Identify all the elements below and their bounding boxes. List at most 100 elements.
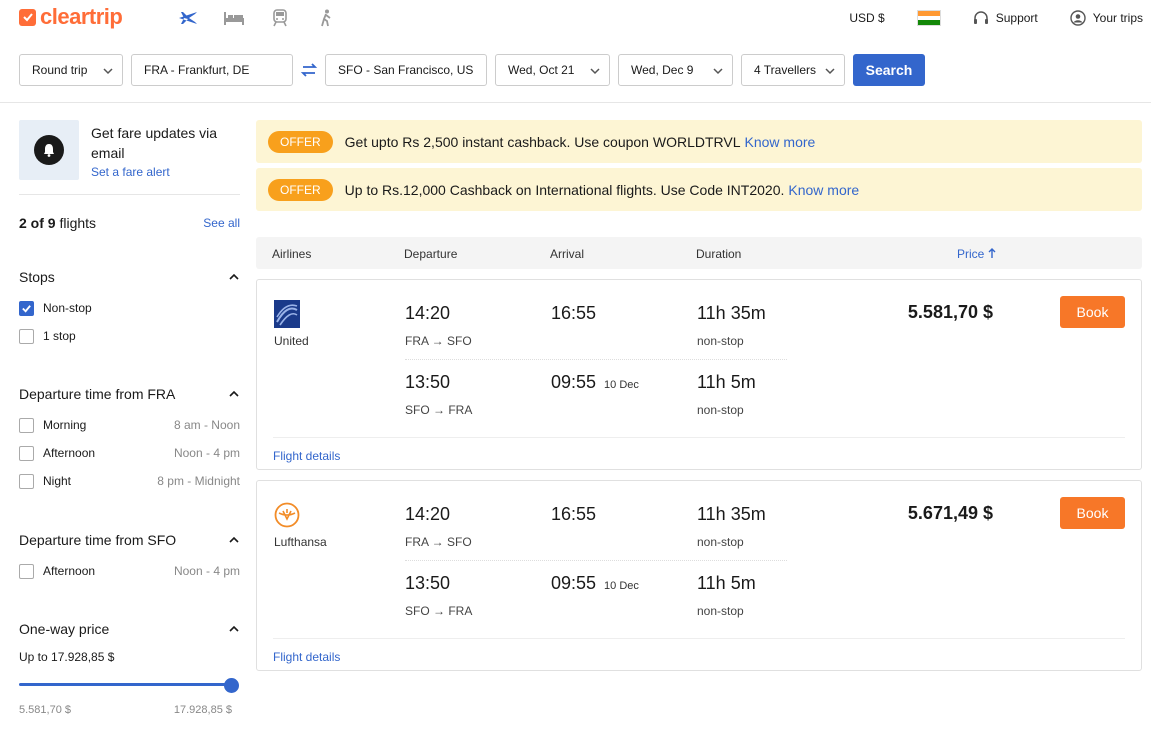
price-up-to: Up to 17.928,85 $ — [19, 650, 115, 664]
checkbox[interactable] — [19, 445, 34, 461]
united-logo — [274, 300, 300, 328]
offer-text: Get upto Rs 2,500 instant cashback. Use … — [344, 133, 741, 150]
return-date-select[interactable]: Wed, Dec 9 — [618, 54, 733, 86]
return-route: SFO → FRA — [405, 403, 473, 417]
results-table-header: Airlines Departure Arrival Duration Pric… — [256, 237, 1142, 269]
option-label: 1 stop — [43, 329, 76, 343]
book-button[interactable]: Book — [1060, 497, 1125, 529]
flight-count-row: 2 of 9 flights See all — [19, 215, 240, 231]
outbound-route: FRA → SFO — [405, 535, 472, 549]
filter-option-1-stop[interactable]: 1 stop — [19, 322, 240, 350]
chevron-down-icon — [713, 68, 723, 75]
return-arrival-date: 10 Dec — [604, 379, 639, 391]
travellers-select[interactable]: 4 Travellers — [741, 54, 845, 86]
know-more-link[interactable]: Know more — [745, 134, 816, 150]
return-duration: 11h 5m — [697, 573, 756, 593]
col-arrival[interactable]: Arrival — [550, 247, 584, 261]
know-more-link[interactable]: Know more — [788, 182, 859, 198]
search-button[interactable]: Search — [853, 54, 925, 86]
price-filter-header[interactable]: One-way price — [19, 620, 240, 638]
departure-sfo-title: Departure time from SFO — [19, 532, 177, 548]
col-duration[interactable]: Duration — [696, 247, 741, 261]
your-trips-label: Your trips — [1092, 11, 1143, 25]
results-main: OFFER Get upto Rs 2,500 instant cashback… — [256, 120, 1142, 671]
option-range: Noon - 4 pm — [173, 564, 240, 578]
product-nav — [177, 8, 337, 28]
option-label: Afternoon — [43, 564, 96, 578]
col-airlines[interactable]: Airlines — [272, 247, 311, 261]
activity-icon[interactable] — [315, 8, 337, 28]
filter-option-non-stop[interactable]: Non-stop — [19, 294, 240, 322]
currency-selector[interactable]: USD $ — [849, 11, 884, 25]
destination-input[interactable]: SFO - San Francisco, US — [325, 54, 487, 86]
see-all-link[interactable]: See all — [203, 216, 240, 230]
sidebar-divider — [19, 194, 240, 195]
price-max: 17.928,85 $ — [173, 704, 232, 716]
checkbox[interactable] — [19, 563, 34, 579]
plane-icon[interactable] — [177, 8, 199, 28]
filter-option-afternoon-sfo[interactable]: Afternoon Noon - 4 pm — [19, 557, 240, 585]
option-label: Non-stop — [43, 301, 92, 315]
card-divider — [273, 437, 1125, 438]
offer-banner: OFFER Get upto Rs 2,500 instant cashback… — [256, 120, 1142, 163]
trip-type-value: Round trip — [32, 63, 88, 77]
col-price-sort[interactable]: Price — [957, 247, 996, 261]
departure-fra-filter-header[interactable]: Departure time from FRA — [19, 385, 240, 403]
departure-sfo-filter-header[interactable]: Departure time from SFO — [19, 531, 240, 549]
swap-icon[interactable] — [300, 62, 318, 78]
flight-details-link[interactable]: Flight details — [273, 449, 340, 463]
train-icon[interactable] — [269, 8, 291, 28]
outbound-arrival-time: 16:55 — [551, 303, 597, 323]
outbound-route: FRA → SFO — [405, 334, 472, 348]
option-label: Afternoon — [43, 446, 96, 460]
airline-name: Lufthansa — [274, 535, 327, 549]
origin-value: FRA - Frankfurt, DE — [144, 63, 250, 77]
depart-date-select[interactable]: Wed, Oct 21 — [495, 54, 610, 86]
headset-icon — [973, 11, 988, 24]
origin-input[interactable]: FRA - Frankfurt, DE — [131, 54, 293, 86]
offer-badge: OFFER — [268, 130, 333, 153]
fare-alert-box: Get fare updates via email Set a fare al… — [19, 120, 240, 180]
filters-sidebar: Get fare updates via email Set a fare al… — [19, 120, 240, 716]
price-min: 5.581,70 $ — [19, 704, 71, 716]
fare-alert-icon-box — [19, 120, 79, 180]
card-divider — [273, 638, 1125, 639]
filter-option-night[interactable]: Night 8 pm - Midnight — [19, 467, 240, 495]
leg-divider — [405, 560, 787, 561]
stops-filter-title: Stops — [19, 269, 55, 285]
chevron-up-icon — [229, 390, 239, 397]
cleartrip-logo[interactable]: cleartrip — [19, 4, 123, 30]
outbound-duration: 11h 35m — [697, 303, 766, 323]
chevron-up-icon — [229, 273, 239, 280]
outbound-departure-time: 14:20 — [405, 504, 451, 524]
checkbox[interactable] — [19, 473, 34, 489]
outbound-departure-time: 14:20 — [405, 303, 451, 323]
your-trips-link[interactable]: Your trips — [1070, 10, 1143, 26]
chevron-up-icon — [229, 536, 239, 543]
book-button[interactable]: Book — [1060, 296, 1125, 328]
set-fare-alert-link[interactable]: Set a fare alert — [91, 165, 221, 179]
checkbox[interactable] — [19, 328, 34, 344]
fare-alert-title: Get fare updates via email — [91, 125, 218, 161]
outbound-arrival-time: 16:55 — [551, 504, 597, 524]
trip-type-select[interactable]: Round trip — [19, 54, 123, 86]
airline-name: United — [274, 334, 309, 348]
flight-details-link[interactable]: Flight details — [273, 650, 340, 664]
top-header: cleartrip USD $ Support Your trips — [0, 0, 1151, 38]
return-arrival-date: 10 Dec — [604, 580, 639, 592]
checkbox-checked[interactable] — [19, 300, 34, 316]
price-slider[interactable] — [19, 678, 240, 693]
arrow-up-icon — [988, 248, 996, 258]
price-slider-thumb[interactable] — [224, 678, 239, 693]
filter-option-afternoon[interactable]: Afternoon Noon - 4 pm — [19, 439, 240, 467]
checkbox[interactable] — [19, 417, 34, 433]
return-stops: non-stop — [697, 403, 744, 417]
stops-filter-header[interactable]: Stops — [19, 268, 240, 286]
india-flag-icon[interactable] — [916, 10, 941, 26]
logo-check-icon — [19, 8, 36, 26]
col-departure[interactable]: Departure — [404, 247, 457, 261]
hotel-icon[interactable] — [223, 8, 245, 28]
filter-option-morning[interactable]: Morning 8 am - Noon — [19, 411, 240, 439]
support-link[interactable]: Support — [973, 10, 1038, 26]
return-arrival: 09:55 10 Dec — [551, 573, 639, 594]
